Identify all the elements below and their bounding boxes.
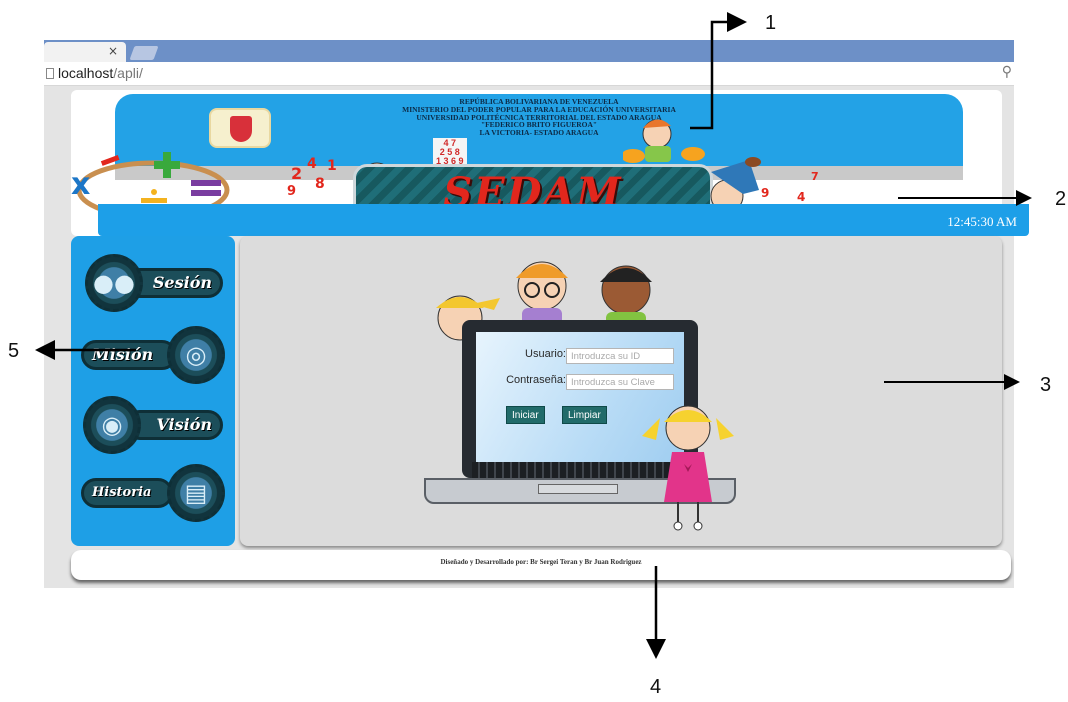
number-decoration: 1 <box>327 158 337 174</box>
new-tab-button[interactable] <box>129 46 159 60</box>
number-decoration: 4 <box>797 190 806 204</box>
users-icon: ●● <box>85 254 143 312</box>
header-banner: REPÚBLICA BOLIVARIANA DE VENEZUELA MINIS… <box>115 94 963 166</box>
callout-3: 3 <box>1040 374 1052 396</box>
menu-item-label: Historia <box>81 478 173 508</box>
main-content: Usuario: Contraseña: Iniciar Limpiar <box>240 236 1002 546</box>
url-text[interactable]: localhost/apli/ <box>58 65 143 81</box>
password-input[interactable] <box>566 374 674 390</box>
numbers-decoration: 4 72 5 81 3 6 9 <box>433 138 467 167</box>
number-decoration: 2 <box>291 164 303 183</box>
site-header: REPÚBLICA BOLIVARIANA DE VENEZUELA MINIS… <box>71 90 1029 236</box>
shield-icon <box>230 116 252 142</box>
book-icon: ▤ <box>167 464 225 522</box>
callout-5: 5 <box>8 340 20 362</box>
browser-tab[interactable]: × <box>44 42 126 62</box>
menu-item-historia[interactable]: Historia ▤ <box>79 464 225 522</box>
target-icon: ◎ <box>167 326 225 384</box>
menu-item-vision[interactable]: Visión ◉ <box>79 396 225 454</box>
menu-item-sesion[interactable]: Sesión ●● <box>79 254 225 312</box>
clear-button[interactable]: Limpiar <box>562 406 607 424</box>
number-decoration: 4 <box>307 156 317 172</box>
browser-tabstrip: × <box>44 40 1014 62</box>
url-host: localhost <box>58 65 114 81</box>
number-decoration: 9 <box>287 184 297 199</box>
number-decoration: 8 <box>315 176 325 192</box>
university-logo <box>209 108 271 148</box>
laptop-trackpad <box>538 484 618 494</box>
magnifier-icon[interactable]: ⚲ <box>1002 64 1012 80</box>
page-viewport: REPÚBLICA BOLIVARIANA DE VENEZUELA MINIS… <box>44 86 1029 588</box>
user-id-input[interactable] <box>566 348 674 364</box>
password-label: Contraseña: <box>506 374 566 386</box>
menu-item-label: Misión <box>81 340 177 370</box>
site-footer: Diseñado y Desarrollado por: Br Sergei T… <box>71 550 1011 580</box>
callout-2: 2 <box>1055 188 1067 210</box>
user-label: Usuario: <box>525 348 566 360</box>
callout-1: 1 <box>765 12 777 34</box>
header-bar: 12:45:30 AM <box>98 204 1029 236</box>
number-decoration: 7 <box>811 170 819 183</box>
side-menu: Sesión ●● Misión ◎ Visión ◉ Historia ▤ <box>71 236 235 546</box>
menu-item-mision[interactable]: Misión ◎ <box>79 326 225 384</box>
close-tab-icon[interactable]: × <box>108 44 118 58</box>
eye-icon: ◉ <box>83 396 141 454</box>
url-path: /apli/ <box>113 65 143 81</box>
svg-text:x: x <box>71 167 90 202</box>
page-icon <box>46 68 54 79</box>
callout-4: 4 <box>650 676 662 698</box>
child-illustration <box>642 405 734 531</box>
clock: 12:45:30 AM <box>947 214 1017 229</box>
footer-credits: Diseñado y Desarrollado por: Br Sergei T… <box>440 558 642 566</box>
address-bar[interactable]: localhost/apli/ ⚲ <box>44 62 1014 86</box>
login-button[interactable]: Iniciar <box>506 406 545 424</box>
